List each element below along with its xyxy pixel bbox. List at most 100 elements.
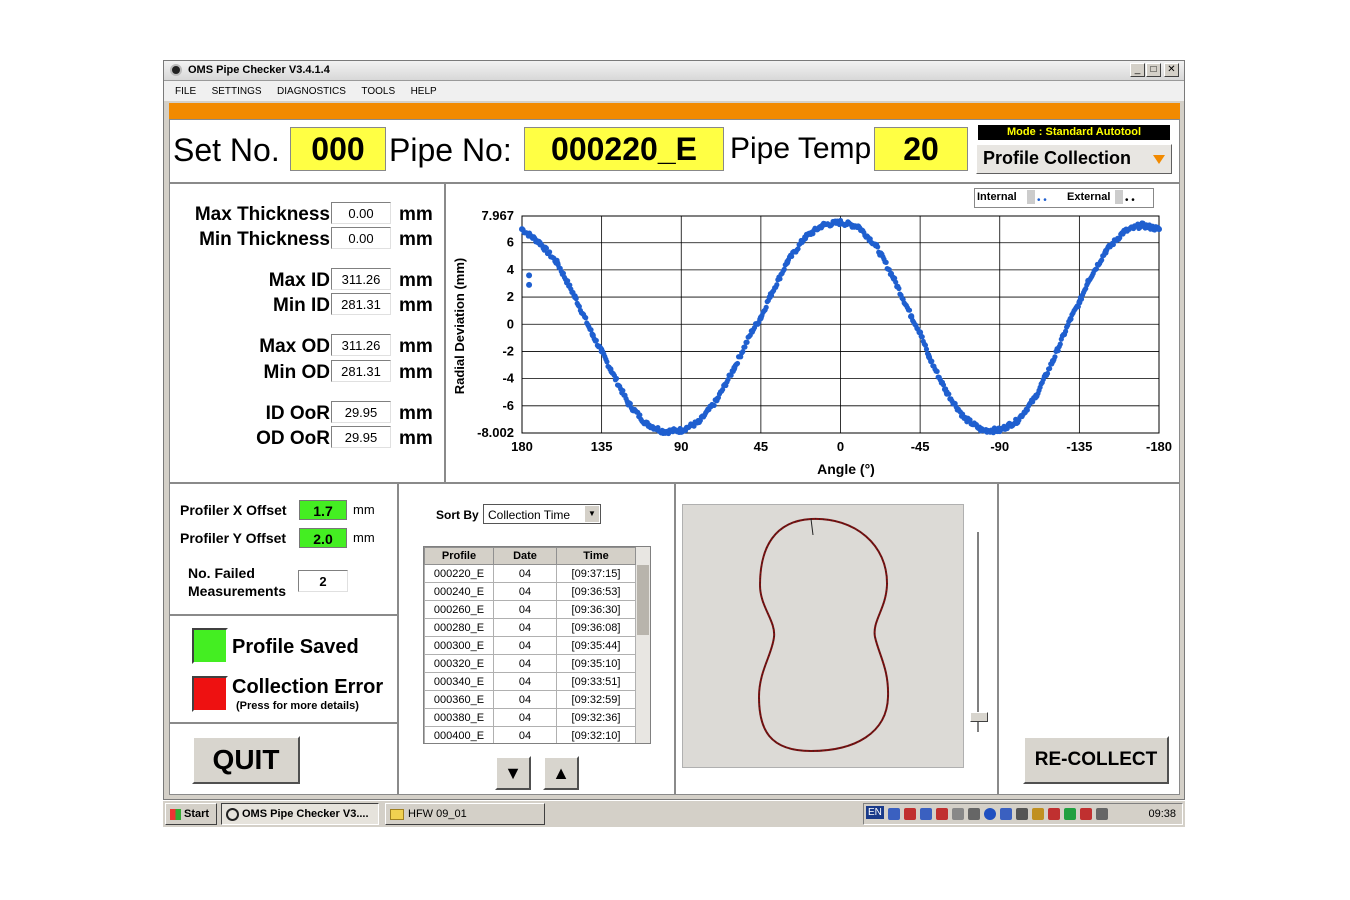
- zoom-slider-track[interactable]: [977, 532, 979, 732]
- cell-profile[interactable]: 000240_E: [424, 582, 494, 601]
- collection-error-led[interactable]: [192, 676, 228, 712]
- cell-date[interactable]: 04: [493, 690, 557, 709]
- cell-profile[interactable]: 000220_E: [424, 564, 494, 583]
- cell-time[interactable]: [09:32:10]: [556, 726, 636, 743]
- data-point: [872, 242, 879, 249]
- collection-error-sub[interactable]: (Press for more details): [236, 700, 359, 712]
- id-oor-unit: mm: [399, 403, 433, 424]
- cell-profile[interactable]: 000400_E: [424, 726, 494, 743]
- cell-profile[interactable]: 000260_E: [424, 600, 494, 619]
- cell-time[interactable]: [09:36:30]: [556, 600, 636, 619]
- cell-time[interactable]: [09:32:36]: [556, 708, 636, 727]
- cell-profile[interactable]: 000320_E: [424, 654, 494, 673]
- maximize-button[interactable]: □: [1146, 63, 1161, 77]
- table-row[interactable]: 000340_E 04 [09:33:51]: [424, 672, 636, 691]
- collection-mode-dropdown[interactable]: Profile Collection: [976, 144, 1172, 174]
- cell-date[interactable]: 04: [493, 726, 557, 743]
- table-scrollbar[interactable]: [636, 547, 650, 743]
- menu-settings[interactable]: SETTINGS: [212, 86, 262, 97]
- usb-icon[interactable]: [1064, 808, 1076, 820]
- col-header-date[interactable]: Date: [493, 547, 557, 565]
- language-indicator[interactable]: EN: [866, 806, 884, 819]
- od-oor-label: OD OoR: [256, 428, 330, 449]
- data-point: [554, 260, 561, 267]
- cell-date[interactable]: 04: [493, 564, 557, 583]
- data-point: [713, 397, 720, 404]
- cell-profile[interactable]: 000300_E: [424, 636, 494, 655]
- table-row[interactable]: 000260_E 04 [09:36:30]: [424, 600, 636, 619]
- cell-profile[interactable]: 000340_E: [424, 672, 494, 691]
- table-scroll-thumb[interactable]: [637, 565, 649, 635]
- menu-diagnostics[interactable]: DIAGNOSTICS: [277, 86, 346, 97]
- data-point: [1032, 394, 1039, 401]
- security-icon[interactable]: [904, 808, 916, 820]
- data-point: [896, 285, 902, 292]
- shield-icon[interactable]: [936, 808, 948, 820]
- wifi-icon[interactable]: [1080, 808, 1092, 820]
- cell-time[interactable]: [09:32:59]: [556, 690, 636, 709]
- data-point: [925, 353, 932, 360]
- cell-date[interactable]: 04: [493, 600, 557, 619]
- cell-profile[interactable]: 000360_E: [424, 690, 494, 709]
- scroll-down-button[interactable]: ▼: [495, 756, 531, 790]
- cell-time[interactable]: [09:36:53]: [556, 582, 636, 601]
- table-row[interactable]: 000400_E 04 [09:32:10]: [424, 726, 636, 743]
- table-row[interactable]: 000320_E 04 [09:35:10]: [424, 654, 636, 673]
- network2-icon[interactable]: [920, 808, 932, 820]
- cell-time[interactable]: [09:35:10]: [556, 654, 636, 673]
- close-button[interactable]: ✕: [1164, 63, 1179, 77]
- data-point: [908, 313, 915, 320]
- volume-icon[interactable]: [1016, 808, 1028, 820]
- cell-profile[interactable]: 000380_E: [424, 708, 494, 727]
- cell-time[interactable]: [09:37:15]: [556, 564, 636, 583]
- start-button[interactable]: Start: [165, 803, 217, 825]
- monitor-icon[interactable]: [968, 808, 980, 820]
- cell-time[interactable]: [09:36:08]: [556, 618, 636, 637]
- cell-date[interactable]: 04: [493, 672, 557, 691]
- cell-date[interactable]: 04: [493, 582, 557, 601]
- failed-label-line2: Measurements: [188, 583, 287, 599]
- collection-mode-value: Profile Collection: [983, 148, 1132, 168]
- menu-file[interactable]: FILE: [175, 86, 196, 97]
- scroll-up-button[interactable]: ▲: [543, 756, 579, 790]
- cell-date[interactable]: 04: [493, 636, 557, 655]
- device-icon[interactable]: [1048, 808, 1060, 820]
- table-row[interactable]: 000300_E 04 [09:35:44]: [424, 636, 636, 655]
- y-tick-label: 6: [507, 235, 514, 250]
- network-icon[interactable]: [888, 808, 900, 820]
- cell-time[interactable]: [09:35:44]: [556, 636, 636, 655]
- table-row[interactable]: 000360_E 04 [09:32:59]: [424, 690, 636, 709]
- taskbar-folder[interactable]: HFW 09_01: [385, 803, 545, 825]
- col-header-time[interactable]: Time: [556, 547, 636, 565]
- recollect-button[interactable]: RE-COLLECT: [1023, 736, 1169, 784]
- title-bar[interactable]: OMS Pipe Checker V3.4.1.4 _ □ ✕: [164, 61, 1184, 81]
- table-row[interactable]: 000280_E 04 [09:36:08]: [424, 618, 636, 637]
- cell-time[interactable]: [09:33:51]: [556, 672, 636, 691]
- sort-dropdown-arrow-icon[interactable]: ▼: [585, 506, 599, 522]
- sync-icon[interactable]: [952, 808, 964, 820]
- cell-date[interactable]: 04: [493, 654, 557, 673]
- quit-button[interactable]: QUIT: [192, 736, 300, 784]
- table-row[interactable]: 000220_E 04 [09:37:15]: [424, 564, 636, 583]
- menu-help[interactable]: HELP: [411, 86, 437, 97]
- x-tick-label: 0: [837, 439, 844, 454]
- pen-icon[interactable]: [1032, 808, 1044, 820]
- col-header-profile[interactable]: Profile: [424, 547, 494, 565]
- drive-icon[interactable]: [1096, 808, 1108, 820]
- sort-by-select[interactable]: Collection Time ▼: [483, 504, 601, 524]
- table-row[interactable]: 000380_E 04 [09:32:36]: [424, 708, 636, 727]
- taskbar-app-oms[interactable]: OMS Pipe Checker V3....: [221, 803, 379, 825]
- cell-profile[interactable]: 000280_E: [424, 618, 494, 637]
- zoom-slider-handle[interactable]: [970, 712, 988, 722]
- bluetooth-icon[interactable]: [984, 808, 996, 820]
- menu-tools[interactable]: TOOLS: [361, 86, 395, 97]
- table-row[interactable]: 000240_E 04 [09:36:53]: [424, 582, 636, 601]
- tools-icon[interactable]: [1000, 808, 1012, 820]
- max-od-value: 311.26: [331, 334, 391, 356]
- data-point: [855, 223, 862, 230]
- cell-date[interactable]: 04: [493, 708, 557, 727]
- minimize-button[interactable]: _: [1130, 63, 1145, 77]
- collection-error-label[interactable]: Collection Error: [232, 676, 383, 699]
- min-od-value: 281.31: [331, 360, 391, 382]
- cell-date[interactable]: 04: [493, 618, 557, 637]
